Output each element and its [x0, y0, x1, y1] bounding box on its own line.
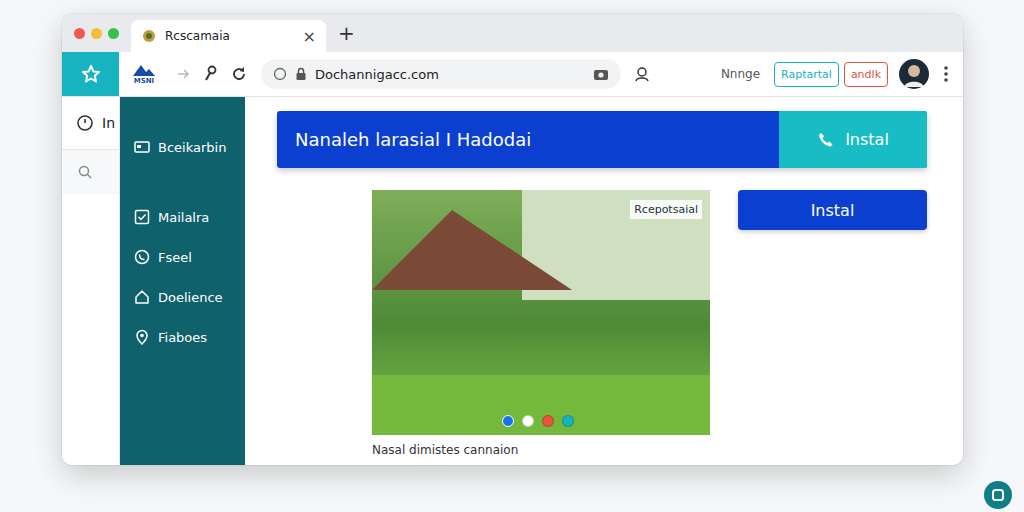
window-controls: [74, 28, 119, 39]
menu-text[interactable]: Nnnge: [721, 67, 760, 81]
star-icon: [81, 64, 101, 84]
sidebar-item[interactable]: Doelience: [120, 277, 245, 317]
extension-icon[interactable]: [633, 65, 651, 83]
search-icon: [78, 165, 92, 179]
toolbar: MSNI Dochannigacc.com Nnnge Raptartaland…: [62, 52, 963, 97]
sidebar-label: Fseel: [158, 250, 192, 265]
content-row: Rcepotsaial Nasal dimistes cannaion Inst…: [277, 190, 927, 457]
home-icon: [134, 289, 150, 305]
install-side-button[interactable]: Instal: [738, 190, 927, 230]
sidebar-item[interactable]: Bceikarbin: [120, 127, 245, 167]
carousel-dot[interactable]: [522, 415, 534, 427]
profile-avatar[interactable]: [899, 59, 929, 89]
mountain-logo-icon: [131, 63, 157, 77]
more-menu-icon[interactable]: [943, 65, 949, 83]
sidebar-item[interactable]: Fiaboes: [120, 317, 245, 357]
install-button[interactable]: Instal: [779, 111, 927, 168]
site-logo[interactable]: MSNI: [125, 63, 163, 85]
logo-text: MSNI: [134, 77, 154, 85]
carousel-dots: [502, 415, 574, 427]
tab-bar: Rcscamaia × +: [62, 14, 963, 52]
maximize-window-icon[interactable]: [108, 28, 119, 39]
sidebar-item[interactable]: Fseel: [120, 237, 245, 277]
minimize-window-icon[interactable]: [91, 28, 102, 39]
card-icon: [134, 139, 150, 155]
key-icon[interactable]: [203, 65, 219, 83]
square-icon: [991, 488, 1005, 502]
browser-tab[interactable]: Rcscamaia ×: [131, 20, 326, 52]
sidebar-label: Bceikarbin: [158, 140, 226, 155]
left-strip: In: [62, 97, 120, 465]
strip-label: In: [102, 115, 115, 131]
strip-item[interactable]: In: [62, 97, 119, 150]
address-bar[interactable]: Dochannigacc.com: [261, 59, 621, 89]
sidebar-label: Fiaboes: [158, 330, 207, 345]
sidebar-label: Doelience: [158, 290, 223, 305]
strip-search[interactable]: [62, 150, 119, 194]
pin-icon: [134, 329, 150, 345]
tab-title: Rcscamaia: [165, 29, 295, 43]
forward-arrow-icon[interactable]: [175, 66, 191, 82]
sidebar: Bceikarbin Mailalra Fseel Doelience Fiab…: [120, 97, 245, 465]
lock-icon: [295, 67, 307, 81]
page-body: In Bceikarbin Mailalra Fseel Doelience F…: [62, 97, 963, 465]
gallery: Rcepotsaial Nasal dimistes cannaion: [372, 190, 710, 457]
tab-close-button[interactable]: ×: [303, 27, 316, 46]
bookmark-button[interactable]: [62, 52, 119, 96]
phone-icon: [134, 249, 150, 265]
sidebar-item[interactable]: Mailalra: [120, 197, 245, 237]
toolbar-button[interactable]: andlk: [844, 62, 888, 87]
avatar-icon: [899, 59, 929, 89]
close-window-icon[interactable]: [74, 28, 85, 39]
banner: Nanaleh larasial I Hadodai Instal: [277, 111, 927, 168]
house-photo[interactable]: Rcepotsaial: [372, 190, 710, 435]
check-icon: [134, 209, 150, 225]
main-content: Nanaleh larasial I Hadodai Instal Rcepot…: [245, 97, 963, 465]
photo-caption: Nasal dimistes cannaion: [372, 443, 710, 457]
banner-title: Nanaleh larasial I Hadodai: [277, 129, 779, 150]
clock-icon: [76, 114, 94, 132]
floating-button[interactable]: [984, 481, 1012, 509]
url-text: Dochannigacc.com: [315, 67, 585, 82]
page: Rcscamaia × + MSNI Dochannigacc.com Nnng…: [0, 0, 1024, 512]
camera-icon[interactable]: [593, 67, 609, 81]
install-button-label: Instal: [845, 130, 889, 149]
favicon-icon: [141, 28, 157, 44]
reload-icon[interactable]: [231, 66, 247, 82]
new-tab-button[interactable]: +: [338, 21, 355, 45]
phone-icon: [817, 131, 835, 149]
browser-window: Rcscamaia × + MSNI Dochannigacc.com Nnng…: [62, 14, 963, 465]
photo-badge: Rcepotsaial: [630, 200, 702, 219]
toolbar-button[interactable]: Raptartal: [774, 62, 839, 87]
carousel-dot[interactable]: [562, 415, 574, 427]
carousel-dot[interactable]: [502, 415, 514, 427]
site-info-icon[interactable]: [273, 67, 287, 81]
carousel-dot[interactable]: [542, 415, 554, 427]
sidebar-label: Mailalra: [158, 210, 209, 225]
